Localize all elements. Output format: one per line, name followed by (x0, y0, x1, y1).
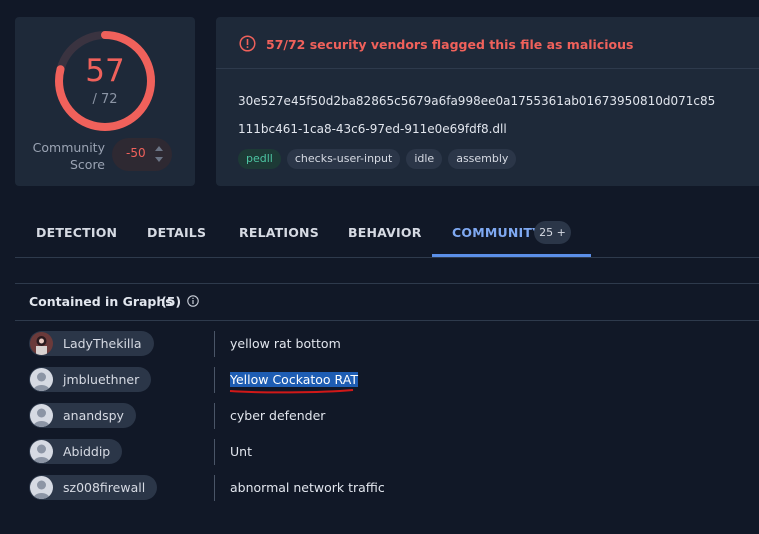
column-divider (214, 403, 215, 429)
avatar (30, 404, 53, 427)
community-score-label: Community Score (32, 140, 105, 172)
graph-name[interactable]: yellow rat bottom (230, 336, 341, 351)
info-icon[interactable] (187, 295, 199, 307)
malicious-alert: 57/72 security vendors flagged this file… (216, 17, 759, 69)
detection-score-panel: 57 / 72 Community Score -50 (15, 17, 195, 186)
column-divider (214, 475, 215, 501)
user-name: sz008firewall (63, 480, 146, 495)
user-chip[interactable]: Abiddip (29, 439, 123, 464)
graph-row: Abiddip Unt (15, 434, 759, 470)
vote-up-icon[interactable] (155, 146, 163, 151)
community-count-badge: 25 + (534, 221, 571, 244)
divider (216, 68, 759, 69)
community-score-pill: -50 (112, 138, 172, 171)
section-title: Contained in Graphs (29, 294, 173, 309)
tab-relations[interactable]: RELATIONS (239, 210, 319, 256)
red-underline-annotation (229, 389, 354, 394)
file-tags: pedll checks-user-input idle assembly (238, 149, 517, 169)
avatar (30, 476, 53, 499)
detection-count: 57 (85, 53, 125, 89)
graph-name-highlighted[interactable]: Yellow Cockatoo RAT (230, 372, 358, 387)
tag-pedll[interactable]: pedll (238, 149, 281, 169)
tag-assembly[interactable]: assembly (448, 149, 517, 169)
alert-circle-icon (239, 35, 256, 52)
avatar (30, 368, 53, 391)
section-count: (5) (161, 294, 182, 309)
file-hash[interactable]: 30e527e45f50d2ba82865c5679a6fa998ee0a175… (238, 94, 715, 108)
user-chip[interactable]: anandspy (29, 403, 136, 428)
tab-detection[interactable]: DETECTION (36, 210, 117, 256)
file-name: 111bc461-1ca8-43c6-97ed-911e0e69fdf8.dll (238, 122, 507, 136)
report-tabs: DETECTION DETAILS RELATIONS BEHAVIOR COM… (15, 210, 759, 258)
tag-idle[interactable]: idle (406, 149, 443, 169)
avatar (30, 332, 53, 355)
vote-down-icon[interactable] (155, 157, 163, 162)
user-chip[interactable]: LadyThekilla (29, 331, 154, 356)
graph-row: anandspy cyber defender (15, 398, 759, 434)
user-name: LadyThekilla (63, 336, 142, 351)
column-divider (214, 367, 215, 393)
column-divider (214, 439, 215, 465)
column-divider (214, 331, 215, 357)
tab-details[interactable]: DETAILS (147, 210, 206, 256)
graph-row: LadyThekilla yellow rat bottom (15, 326, 759, 362)
section-header: Contained in Graphs (5) (15, 284, 759, 321)
graph-row: jmbluethner Yellow Cockatoo RAT (15, 362, 759, 398)
tab-behavior[interactable]: BEHAVIOR (348, 210, 422, 256)
graph-name[interactable]: abnormal network traffic (230, 480, 385, 495)
community-score-value: -50 (126, 146, 146, 160)
graph-name[interactable]: Unt (230, 444, 252, 459)
file-info-panel: 57/72 security vendors flagged this file… (216, 17, 759, 186)
user-name: jmbluethner (63, 372, 140, 387)
tag-checks-user-input[interactable]: checks-user-input (286, 149, 401, 169)
tab-community[interactable]: COMMUNITY (452, 210, 541, 256)
user-chip[interactable]: sz008firewall (29, 475, 158, 500)
user-chip[interactable]: jmbluethner (29, 367, 152, 392)
avatar (30, 440, 53, 463)
user-name: anandspy (63, 408, 124, 423)
user-name: Abiddip (63, 444, 111, 459)
graph-name[interactable]: cyber defender (230, 408, 325, 423)
alert-text: 57/72 security vendors flagged this file… (266, 37, 634, 52)
active-tab-indicator (432, 254, 591, 257)
contained-in-graphs-section: Contained in Graphs (5) LadyThekilla yel… (15, 283, 759, 534)
graph-row: sz008firewall abnormal network traffic (15, 470, 759, 506)
detection-total: / 72 (92, 92, 118, 107)
